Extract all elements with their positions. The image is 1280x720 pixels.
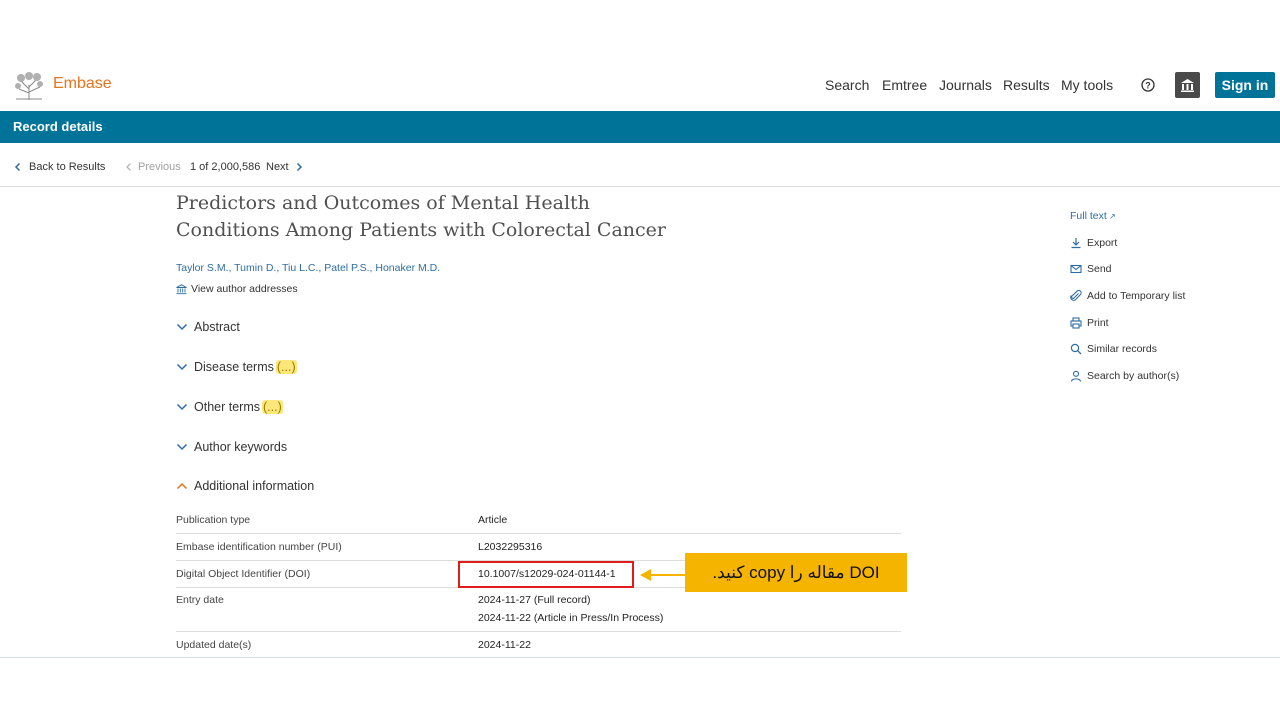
external-link-icon: ↗ xyxy=(1106,212,1116,221)
record-details-bar xyxy=(0,111,1280,143)
print-action[interactable]: Print xyxy=(1070,317,1109,329)
sign-in-button[interactable]: Sign in xyxy=(1215,72,1275,98)
elsevier-tree-logo-icon xyxy=(12,71,46,101)
chevron-up-icon xyxy=(176,482,188,490)
download-icon xyxy=(1071,238,1081,249)
send-action[interactable]: Send xyxy=(1070,263,1112,275)
result-position: 1 of 2,000,586 xyxy=(190,161,261,173)
brand-name[interactable]: Embase xyxy=(53,75,112,93)
next-link[interactable]: Next xyxy=(266,161,304,173)
person-icon xyxy=(1070,370,1082,382)
chevron-right-icon xyxy=(296,162,302,172)
record-title-line-2: Conditions Among Patients with Colorecta… xyxy=(176,219,666,241)
back-to-results-link[interactable]: Back to Results xyxy=(13,161,105,173)
nav-emtree[interactable]: Emtree xyxy=(882,77,927,93)
search-by-authors-label: Search by author(s) xyxy=(1087,370,1180,382)
info-value: L2032295316 xyxy=(478,541,543,553)
view-author-addresses-link[interactable]: View author addresses xyxy=(176,283,298,295)
chevron-down-icon xyxy=(176,363,188,371)
section-abstract[interactable]: Abstract xyxy=(176,320,240,334)
nav-my-tools[interactable]: My tools xyxy=(1061,77,1113,93)
send-label: Send xyxy=(1087,263,1112,275)
next-label: Next xyxy=(266,161,289,173)
divider xyxy=(0,657,1280,658)
full-text-link[interactable]: Full text ↗ xyxy=(1070,210,1116,222)
chevron-down-icon xyxy=(176,443,188,451)
envelope-icon xyxy=(1070,264,1082,274)
export-action[interactable]: Export xyxy=(1070,237,1117,249)
svg-text:?: ? xyxy=(1145,81,1151,91)
printer-icon xyxy=(1070,317,1082,329)
info-value: 2024-11-22 xyxy=(478,639,531,651)
nav-search[interactable]: Search xyxy=(825,77,869,93)
info-value: 2024-11-22 (Article in Press/In Process) xyxy=(478,612,664,624)
print-label: Print xyxy=(1087,317,1109,329)
section-label: Abstract xyxy=(194,320,240,334)
section-other-terms[interactable]: Other terms (...) xyxy=(176,400,283,414)
section-label: Author keywords xyxy=(194,440,288,454)
nav-journals[interactable]: Journals xyxy=(939,77,992,93)
search-by-authors-action[interactable]: Search by author(s) xyxy=(1070,370,1179,382)
divider xyxy=(0,186,1280,187)
institution-button[interactable] xyxy=(1175,72,1200,98)
arrow-left-icon xyxy=(640,569,651,581)
similar-records-action[interactable]: Similar records xyxy=(1070,343,1157,355)
previous-label: Previous xyxy=(138,161,181,173)
info-label: Embase identification number (PUI) xyxy=(176,541,342,553)
nav-results[interactable]: Results xyxy=(1003,77,1050,93)
info-label: Entry date xyxy=(176,594,224,606)
back-to-results-label: Back to Results xyxy=(29,161,106,173)
highlight-badge: (...) xyxy=(275,360,297,374)
info-label: Updated date(s) xyxy=(176,639,252,651)
highlight-badge: (...) xyxy=(262,400,283,414)
previous-link[interactable]: Previous xyxy=(124,161,181,173)
record-title-line-1: Predictors and Outcomes of Mental Health xyxy=(176,192,590,214)
instruction-callout: DOI مقاله را copy کنید. xyxy=(685,553,907,592)
section-additional-information[interactable]: Additional information xyxy=(176,479,314,493)
add-to-temporary-list-label: Add to Temporary list xyxy=(1087,290,1186,302)
institution-icon xyxy=(1181,78,1194,92)
view-author-addresses-label: View author addresses xyxy=(191,283,298,295)
annotation-arrow xyxy=(650,574,685,576)
export-label: Export xyxy=(1087,237,1118,249)
doi-highlight-box xyxy=(458,561,634,588)
row-divider xyxy=(176,631,901,632)
info-value: Article xyxy=(478,514,508,526)
full-text-label: Full text xyxy=(1070,210,1107,222)
help-icon[interactable]: ? xyxy=(1141,78,1155,92)
record-details-title: Record details xyxy=(13,119,103,134)
chevron-left-icon xyxy=(126,163,131,171)
section-label: Additional information xyxy=(194,479,315,493)
section-author-keywords[interactable]: Author keywords xyxy=(176,440,287,454)
info-label: Digital Object Identifier (DOI) xyxy=(176,568,311,580)
chevron-left-icon xyxy=(14,162,21,172)
add-to-temporary-list-action[interactable]: Add to Temporary list xyxy=(1070,290,1185,302)
info-label: Publication type xyxy=(176,514,251,526)
chevron-down-icon xyxy=(176,323,188,331)
info-value: 2024-11-27 (Full record) xyxy=(478,594,591,606)
row-divider xyxy=(176,533,901,534)
similar-records-label: Similar records xyxy=(1087,343,1158,355)
record-title: Predictors and Outcomes of Mental Health… xyxy=(176,190,696,244)
section-disease-terms[interactable]: Disease terms (...) xyxy=(176,360,297,374)
author-list[interactable]: Taylor S.M., Tumin D., Tiu L.C., Patel P… xyxy=(176,262,440,274)
chevron-down-icon xyxy=(176,403,188,411)
search-icon xyxy=(1070,343,1082,355)
section-label: Disease terms xyxy=(194,360,274,374)
paperclip-icon xyxy=(1070,290,1082,301)
institution-icon xyxy=(176,283,187,294)
section-label: Other terms xyxy=(194,400,260,414)
